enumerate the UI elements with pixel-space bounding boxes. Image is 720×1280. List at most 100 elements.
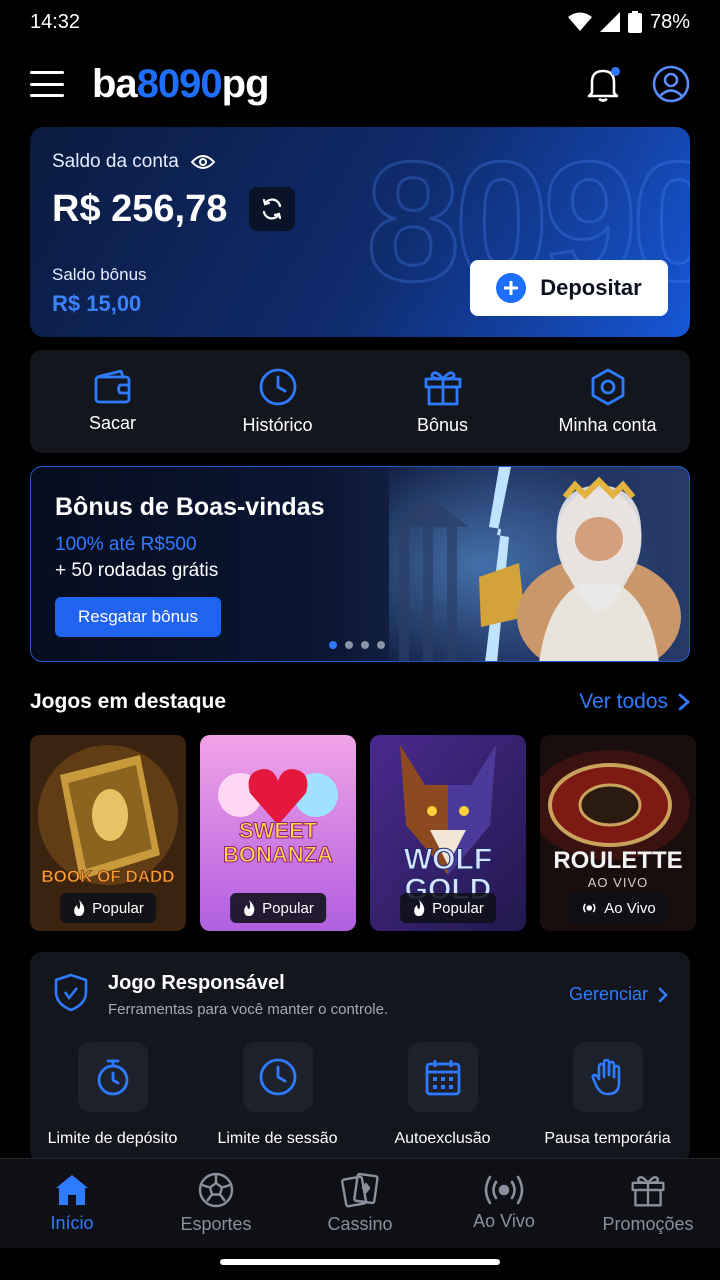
claim-bonus-button[interactable]: Resgatar bônus [55,597,221,637]
carousel-dot[interactable] [329,641,337,649]
stopwatch-icon [97,1059,128,1096]
banner-spins: + 50 rodadas grátis [55,560,219,581]
game-card[interactable]: BOOK OF DADD Popular [30,735,186,931]
flame-icon [414,900,425,916]
eye-icon[interactable] [190,154,215,170]
tool-label: Autoexclusão [394,1130,491,1147]
nav-label: Ao Vivo [473,1211,535,1231]
quick-action-label: Histórico [242,415,313,435]
quick-action-bonus[interactable]: Bônus [360,350,525,453]
nav-label: Início [50,1213,94,1233]
clock-icon [259,368,296,406]
status-icons: 78% [567,11,690,34]
tool-label: Limite de sessão [217,1130,338,1147]
carousel-dot[interactable] [361,641,369,649]
game-tag-label: Popular [432,899,484,917]
wallet-icon [94,369,130,404]
tool-session-limit[interactable]: Limite de sessão [195,1042,360,1148]
profile-button[interactable] [652,65,690,103]
featured-header: Jogos em destaque Ver todos [30,690,690,714]
quick-action-account[interactable]: Minha conta [525,350,690,453]
manage-link[interactable]: Gerenciar [569,984,668,1005]
carousel-dot[interactable] [377,641,385,649]
flame-icon [244,900,255,916]
gift-icon [424,371,461,406]
nav-casino[interactable]: Cassino [288,1159,432,1248]
see-all-link[interactable]: Ver todos [579,690,690,714]
game-card[interactable]: ROULETTE AO VIVO Ao Vivo [540,735,696,931]
gift-icon [631,1176,665,1207]
wifi-icon [567,12,592,31]
deposit-label: Depositar [540,275,642,300]
menu-icon[interactable] [30,71,64,97]
status-bar: 14:32 78% [0,0,720,44]
settings-icon [591,368,624,406]
tool-deposit-limit[interactable]: Limite de depósito [30,1042,195,1148]
home-indicator[interactable] [220,1259,500,1265]
brand-part-1: ba [92,61,138,106]
deposit-button[interactable]: Depositar [470,260,668,316]
signal-icon [599,12,620,32]
bonus-balance-amount: R$ 15,00 [52,291,142,316]
zeus-illustration [389,467,689,661]
quick-action-withdraw[interactable]: Sacar [30,350,195,453]
game-name: SWEET BONANZA [223,818,334,868]
carousel-dots [329,641,385,649]
soccer-ball-icon [198,1172,234,1208]
nav-promotions[interactable]: Promoções [576,1159,720,1248]
refresh-balance-button[interactable] [249,187,296,231]
game-tag-label: Ao Vivo [604,899,656,917]
promo-banner[interactable]: Bônus de Boas-vindas 100% até R$500 + 50… [30,466,690,662]
responsible-subtitle: Ferramentas para você manter o controle. [108,1001,389,1018]
game-card[interactable]: WOLF GOLD Popular [370,735,526,931]
responsible-title: Jogo Responsável [108,972,285,994]
notification-dot [611,67,620,76]
live-icon [484,1175,524,1205]
quick-actions: Sacar Histórico Bônus Minha conta [30,350,690,453]
shield-icon [54,973,88,1012]
nav-label: Esportes [180,1214,252,1234]
nav-live[interactable]: Ao Vivo [432,1159,576,1248]
balance-amount: R$ 256,78 [52,187,228,230]
game-subname: AO VIVO [587,875,649,890]
carousel-dot[interactable] [345,641,353,649]
tool-self-exclusion[interactable]: Autoexclusão [360,1042,525,1148]
brand-part-3: pg [221,61,270,106]
status-time: 14:32 [30,10,81,33]
nav-home[interactable]: Início [0,1159,144,1248]
banner-title: Bônus de Boas-vindas [55,493,325,521]
bottom-nav: Início Esportes Cassino Ao Vivo Promoçõe… [0,1158,720,1248]
nav-label: Promoções [602,1214,694,1234]
responsible-gaming-card: Jogo Responsável Ferramentas para você m… [30,952,690,1162]
clock-icon [259,1058,296,1096]
balance-label: Saldo da conta [52,151,179,172]
plus-icon [496,273,527,303]
game-name: ROULETTE [553,847,683,874]
see-all-label: Ver todos [579,690,668,713]
nav-sports[interactable]: Esportes [144,1159,288,1248]
balance-label-row: Saldo da conta [52,151,668,173]
live-icon [582,903,596,913]
calendar-icon [425,1060,460,1096]
manage-label: Gerenciar [568,984,648,1004]
chevron-right-icon [658,987,668,1002]
game-card[interactable]: SWEET BONANZA Popular [200,735,356,931]
chevron-right-icon [678,693,690,711]
flame-icon [74,900,85,916]
notifications-button[interactable] [584,65,622,103]
game-tag: Popular [60,893,156,923]
game-tag: Ao Vivo [568,893,668,923]
balance-card: 8090 Saldo da conta R$ 256,78 Saldo bônu… [30,127,690,337]
quick-action-history[interactable]: Histórico [195,350,360,453]
refresh-icon [263,198,282,220]
game-tag: Popular [230,893,326,923]
quick-action-label: Bônus [416,415,469,435]
brand-logo[interactable]: ba8090pg [92,61,270,107]
battery-icon [627,11,642,33]
cards-icon [341,1172,379,1208]
game-tag-label: Popular [92,899,144,917]
tool-temporary-pause[interactable]: Pausa temporária [525,1042,690,1148]
brand-part-2: 8090 [136,61,223,106]
tool-label: Pausa temporária [544,1130,671,1147]
nav-label: Cassino [327,1214,393,1234]
